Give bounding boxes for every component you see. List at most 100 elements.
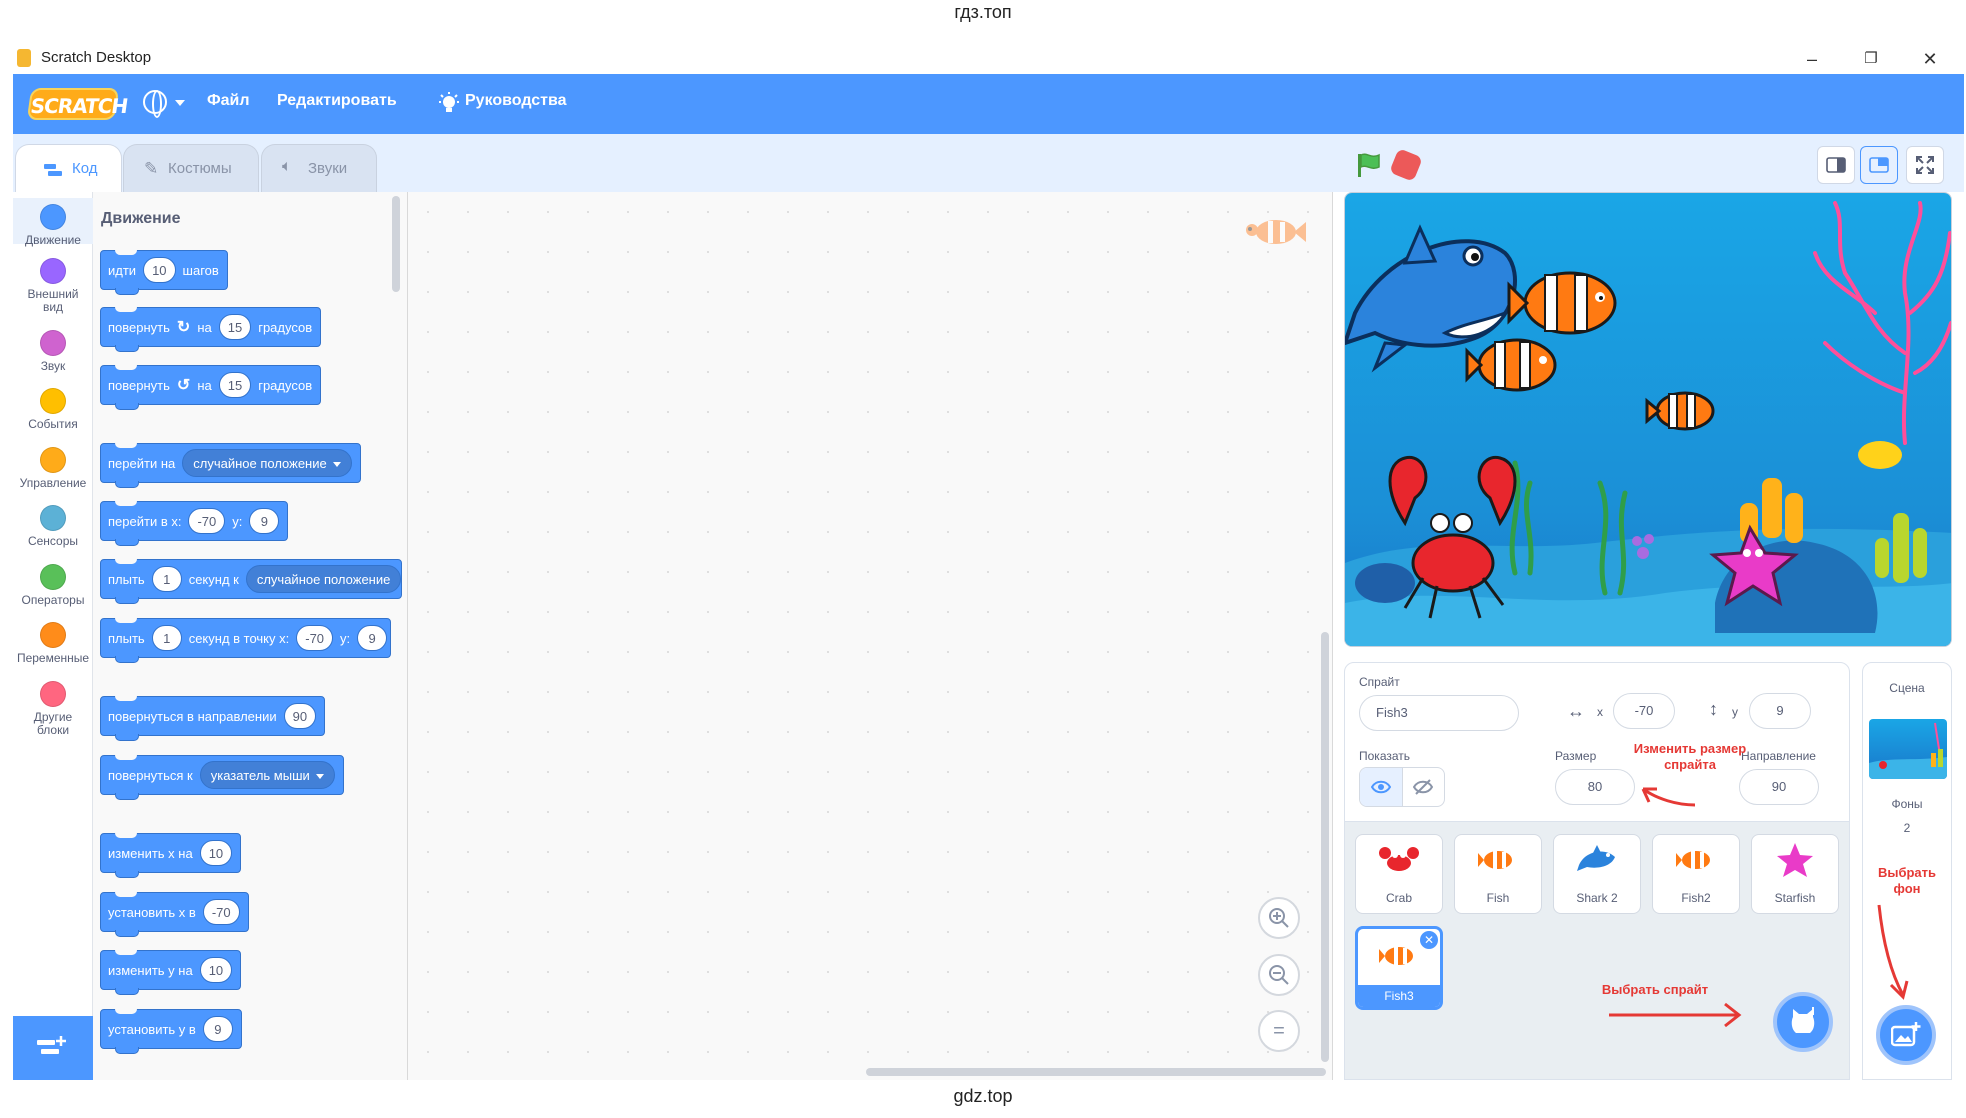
block-input[interactable]: 10 [199,957,233,983]
minimize-button[interactable]: – [1799,46,1825,72]
block-text: секунд к [188,571,239,587]
block-goto[interactable]: перейти на случайное положение [100,443,361,488]
tab-code[interactable]: Код [15,144,122,192]
zoom-in-button[interactable] [1258,897,1300,939]
category-events[interactable]: События [13,388,93,431]
block-input[interactable]: -70 [296,625,334,651]
code-workspace[interactable]: = [408,192,1333,1080]
normal-stage-icon [1869,157,1889,173]
sprite-thumb-shark[interactable]: Shark 2 [1553,834,1641,914]
x-label: x [1597,705,1603,719]
category-motion[interactable]: Движение [13,198,93,247]
sprite-thumb-label: Starfish [1774,891,1816,905]
block-point-towards[interactable]: повернуться к указатель мыши [100,755,344,800]
block-text: секунд в точку x: [188,630,290,646]
x-field[interactable]: -70 [1613,693,1675,729]
zoom-reset-button[interactable]: = [1258,1010,1300,1052]
block-input[interactable]: -70 [202,899,240,925]
clownfish-icon [1379,947,1413,965]
block-glide[interactable]: плыть 1 секунд к случайное положение [100,559,403,604]
sprite-thumb-crab[interactable]: Crab [1355,834,1443,914]
sprite-name-field[interactable]: Fish3 [1359,695,1519,731]
category-operators[interactable]: Операторы [13,564,93,607]
delete-sprite-icon[interactable]: ✕ [1420,931,1438,949]
fullscreen-icon [1916,156,1934,174]
y-field[interactable]: 9 [1749,693,1811,729]
y-arrows-icon: ↕ [1709,699,1718,719]
hide-button[interactable] [1401,768,1444,806]
category-label: Сенсоры [27,534,79,548]
category-sound[interactable]: Звук [13,330,93,373]
sprite-thumb-fish2[interactable]: Fish2 [1652,834,1740,914]
sprite-thumb-fish[interactable]: Fish [1454,834,1542,914]
stage-selector-panel[interactable]: Сцена Фоны 2 Выбрать фон [1862,662,1952,1080]
category-label: Внешний вид [27,287,79,314]
block-input[interactable]: 9 [357,625,388,651]
globe-icon[interactable] [143,90,167,118]
block-input[interactable]: 15 [218,372,252,398]
block-point-direction[interactable]: повернуться в направлении 90 [100,696,326,741]
block-input[interactable]: 10 [199,840,233,866]
sprite-thumb-label: Fish [1486,891,1510,905]
menu-edit[interactable]: Редактировать [277,92,397,110]
block-input[interactable]: 1 [151,566,182,592]
fullscreen-button[interactable] [1906,146,1944,184]
normal-stage-button[interactable] [1860,146,1898,184]
menu-file[interactable]: Файл [207,92,250,110]
category-looks[interactable]: Внешний вид [13,258,93,314]
workspace-h-scrollbar[interactable] [866,1068,1326,1076]
tab-sounds[interactable]: 🔈︎ Звуки [261,144,377,192]
block-input[interactable]: 10 [143,257,176,283]
block-input[interactable]: 9 [249,508,280,534]
menu-tutorials[interactable]: Руководства [465,92,567,110]
direction-field[interactable]: 90 [1739,769,1819,805]
palette-scrollbar[interactable] [392,196,400,292]
block-input[interactable]: 90 [283,703,317,729]
block-input[interactable]: -70 [188,508,226,534]
stop-icon[interactable] [1389,148,1423,182]
small-stage-icon [1826,157,1846,173]
dropdown-value: случайное положение [256,572,391,587]
zoom-in-icon [1269,908,1289,928]
add-extension-button[interactable] [13,1016,93,1080]
category-sensing[interactable]: Сенсоры [13,505,93,548]
sprite-thumb-fish3[interactable]: ✕ Fish3 [1355,926,1443,1010]
block-change-y[interactable]: изменить у на 10 [100,950,242,995]
block-turn-right[interactable]: повернуть ↻ на 15 градусов [100,307,322,352]
block-goto-xy[interactable]: перейти в x: -70 y: 9 [100,501,289,546]
category-variables[interactable]: Переменные [13,622,93,665]
block-set-x[interactable]: установить x в -70 [100,892,249,937]
block-input[interactable]: 1 [151,625,182,651]
tab-costumes[interactable]: ✎ Костюмы [123,144,259,192]
workspace-v-scrollbar[interactable] [1321,632,1329,1062]
show-button[interactable] [1360,768,1402,806]
small-stage-button[interactable] [1817,146,1855,184]
sprite-thumb-starfish[interactable]: Starfish [1751,834,1839,914]
block-glide-xy[interactable]: плыть 1 секунд в точку x: -70 y: 9 [100,618,392,663]
block-input[interactable]: 15 [218,314,252,340]
block-set-y[interactable]: установить у в 9 [100,1009,242,1054]
block-dropdown[interactable]: случайное положение [182,449,352,477]
category-label: Движение [25,233,81,247]
size-field[interactable]: 80 [1555,769,1635,805]
block-dropdown[interactable]: указатель мыши [199,761,335,789]
stage-canvas[interactable] [1344,192,1952,647]
green-flag-icon[interactable] [1355,152,1381,178]
choose-backdrop-button[interactable] [1876,1005,1936,1065]
choose-sprite-button[interactable] [1773,992,1833,1052]
close-button[interactable]: ✕ [1917,46,1943,72]
maximize-button[interactable]: ❐ [1858,46,1884,72]
category-control[interactable]: Управление [13,447,93,490]
block-move-steps[interactable]: идти 10 шагов [100,250,228,295]
scratch-logo[interactable]: SCRATCH [26,88,129,120]
direction-label: Направление [1741,749,1816,763]
motion-dot-icon [40,204,66,230]
backdrop-thumbnail[interactable] [1869,719,1947,779]
block-turn-left[interactable]: повернуть ↺ на 15 градусов [100,365,322,410]
zoom-out-button[interactable] [1258,954,1300,996]
category-my-blocks[interactable]: Другие блоки [13,681,93,737]
block-change-x[interactable]: изменить x на 10 [100,833,242,878]
block-input[interactable]: 9 [202,1016,233,1042]
block-dropdown[interactable]: случайное положение [245,565,402,593]
block-text: y: [232,513,243,529]
